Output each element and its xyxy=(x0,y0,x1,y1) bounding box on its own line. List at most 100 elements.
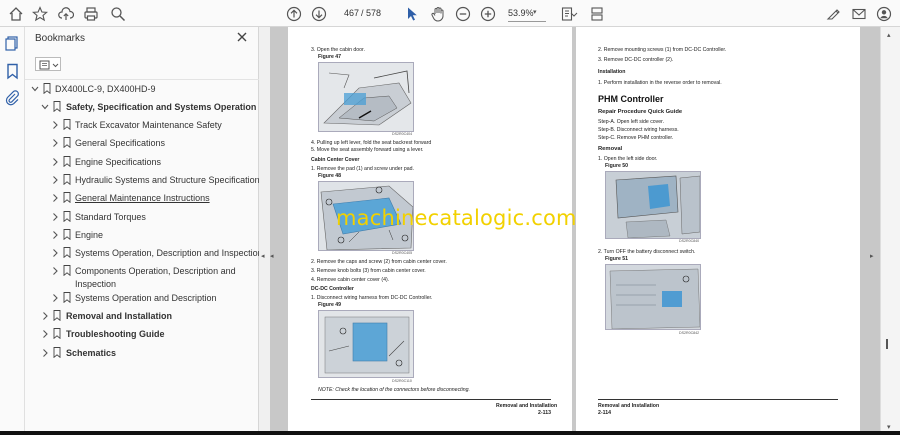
bookmark-item[interactable]: DX400LC-9, DX400HD-9 xyxy=(25,82,259,96)
document-viewer: ◂ 3. Open the cabin door. Figure 47 DS2R… xyxy=(270,27,880,435)
scroll-up-arrow-icon[interactable]: ▴ xyxy=(887,31,891,39)
bookmark-item[interactable]: Schematics xyxy=(25,346,259,360)
bookmark-item[interactable]: Troubleshooting Guide xyxy=(25,327,259,341)
figure-49-image xyxy=(318,310,414,378)
bookmark-item[interactable]: Components Operation, Description and Ins… xyxy=(25,264,259,289)
bookmarks-panel-title: Bookmarks xyxy=(35,33,86,44)
chevron-right-icon[interactable] xyxy=(41,309,49,323)
bookmark-item[interactable]: Engine Specifications xyxy=(25,155,259,169)
chevron-right-icon[interactable] xyxy=(51,191,59,205)
page-fit-dropdown-icon[interactable] xyxy=(569,4,579,24)
bookmark-panel-icon[interactable] xyxy=(4,63,21,80)
bookmark-icon xyxy=(63,247,71,259)
heading-phm-controller: PHM Controller xyxy=(598,94,664,104)
bookmark-icon xyxy=(43,83,51,95)
chevron-down-icon[interactable] xyxy=(41,100,49,114)
bookmark-label: Engine xyxy=(75,230,104,240)
previous-page-icon[interactable] xyxy=(284,4,304,24)
footer-section-right: Removal and Installation xyxy=(598,403,660,409)
step-turn-off-battery: 2. Turn OFF the battery disconnect switc… xyxy=(598,249,696,255)
vertical-scrollbar[interactable]: ▴ ▾ xyxy=(880,27,900,435)
scroll-down-arrow-icon[interactable]: ▾ xyxy=(887,423,891,431)
step-fold-seat-backrest: 4. Pulling up left lever, fold the seat … xyxy=(311,140,432,146)
select-cursor-icon[interactable] xyxy=(402,4,422,24)
zoom-dropdown-chevron-icon[interactable]: ▾ xyxy=(533,8,537,16)
account-icon[interactable] xyxy=(874,4,894,24)
bookmark-item[interactable]: General Maintenance Instructions xyxy=(25,191,259,205)
attachment-icon[interactable] xyxy=(4,89,21,106)
chevron-right-icon[interactable] xyxy=(51,246,59,260)
zoom-out-icon[interactable] xyxy=(453,4,473,24)
chevron-right-icon[interactable] xyxy=(51,136,59,150)
bookmark-item[interactable]: Systems Operation, Description and Inspe… xyxy=(25,246,263,260)
chevron-down-icon[interactable] xyxy=(31,82,39,96)
step-move-seat-forward: 5. Move the seat assembly forward using … xyxy=(311,147,424,153)
cloud-upload-icon[interactable] xyxy=(56,4,76,24)
step-perform-installation: 1. Perform installation in the reverse o… xyxy=(598,80,722,86)
chevron-right-icon[interactable] xyxy=(51,118,59,132)
figure-48-caption: Figure 48 xyxy=(318,173,342,179)
section-installation: Installation xyxy=(598,69,626,75)
section-removal: Removal xyxy=(598,146,623,152)
bookmark-label: General Maintenance Instructions xyxy=(75,193,210,203)
chevron-right-icon[interactable] xyxy=(51,210,59,224)
bookmark-icon xyxy=(63,174,71,186)
footer-page-number-left: 2-113 xyxy=(538,410,551,416)
chevron-right-icon[interactable] xyxy=(51,264,59,278)
hand-tool-icon[interactable] xyxy=(428,4,448,24)
figure-51-image xyxy=(605,264,701,330)
bookmark-label: Components Operation, Description and xyxy=(75,266,236,276)
step-remove-knob-bolts: 3. Remove knob bolts (3) from cabin cent… xyxy=(311,268,426,274)
chevron-right-icon[interactable] xyxy=(51,155,59,169)
bookmark-item[interactable]: Engine xyxy=(25,228,259,242)
panel-splitter[interactable]: ◂ xyxy=(259,27,270,435)
bookmark-item[interactable]: General Specifications xyxy=(25,136,259,150)
step-remove-caps-screw: 2. Remove the caps and screw (2) from ca… xyxy=(311,259,447,265)
chevron-right-icon[interactable] xyxy=(41,327,49,341)
section-dc-dc-controller: DC-DC Controller xyxy=(311,286,354,292)
zoom-in-icon[interactable] xyxy=(478,4,498,24)
bookmark-icon xyxy=(53,328,61,340)
chevron-right-icon[interactable] xyxy=(41,346,49,360)
step-remove-center-cover: 4. Remove cabin center cover (4). xyxy=(311,277,390,283)
footer-page-number-right: 2-114 xyxy=(598,410,611,416)
chevron-right-icon[interactable] xyxy=(51,291,59,305)
viewer-right-arrow-icon[interactable]: ▸ xyxy=(870,252,874,260)
bookmark-label: DX400LC-9, DX400HD-9 xyxy=(55,84,156,94)
step-remove-pad: 1. Remove the pad (1) and screw under pa… xyxy=(311,166,414,172)
sign-pen-icon[interactable] xyxy=(824,4,844,24)
bookmark-item[interactable]: Hydraulic Systems and Structure Specific… xyxy=(25,173,264,187)
chevron-right-icon[interactable] xyxy=(51,173,59,187)
home-icon[interactable] xyxy=(6,4,26,24)
footer-rule-left xyxy=(311,399,551,400)
bookmark-item[interactable]: Safety, Specification and Systems Operat… xyxy=(25,100,259,114)
bookmark-item[interactable]: Standard Torques xyxy=(25,210,259,224)
next-page-icon[interactable] xyxy=(309,4,329,24)
bookmark-options-button[interactable] xyxy=(35,57,61,71)
print-icon[interactable] xyxy=(81,4,101,24)
figure-47-caption: Figure 47 xyxy=(318,54,342,60)
bookmark-item[interactable]: Removal and Installation xyxy=(25,309,259,323)
scrollbar-thumb[interactable] xyxy=(886,339,888,349)
page-number-input[interactable]: 467 xyxy=(335,5,359,22)
zoom-level-input[interactable]: 53.9% xyxy=(508,5,546,22)
figure-48-code: DS2R0C405 xyxy=(392,251,413,255)
collapse-panel-arrow-icon[interactable]: ◂ xyxy=(261,252,265,260)
scroll-mode-icon[interactable] xyxy=(587,4,607,24)
viewer-left-arrow-icon[interactable]: ◂ xyxy=(270,252,274,260)
bookmark-icon xyxy=(63,211,71,223)
bookmark-icon xyxy=(63,156,71,168)
bookmark-icon xyxy=(63,192,71,204)
bookmark-item[interactable]: Track Excavator Maintenance Safety xyxy=(25,118,259,132)
bookmark-icon xyxy=(53,310,61,322)
taskbar-strip xyxy=(0,431,900,435)
bookmark-item[interactable]: Systems Operation and Description xyxy=(25,291,259,305)
star-icon[interactable] xyxy=(30,4,50,24)
figure-50-caption: Figure 50 xyxy=(605,163,629,169)
close-icon[interactable] xyxy=(235,30,249,44)
page-count: / 578 xyxy=(361,8,382,18)
search-zoom-icon[interactable] xyxy=(108,4,128,24)
email-icon[interactable] xyxy=(849,4,869,24)
chevron-right-icon[interactable] xyxy=(51,228,59,242)
page-thumbnails-icon[interactable] xyxy=(4,35,21,52)
